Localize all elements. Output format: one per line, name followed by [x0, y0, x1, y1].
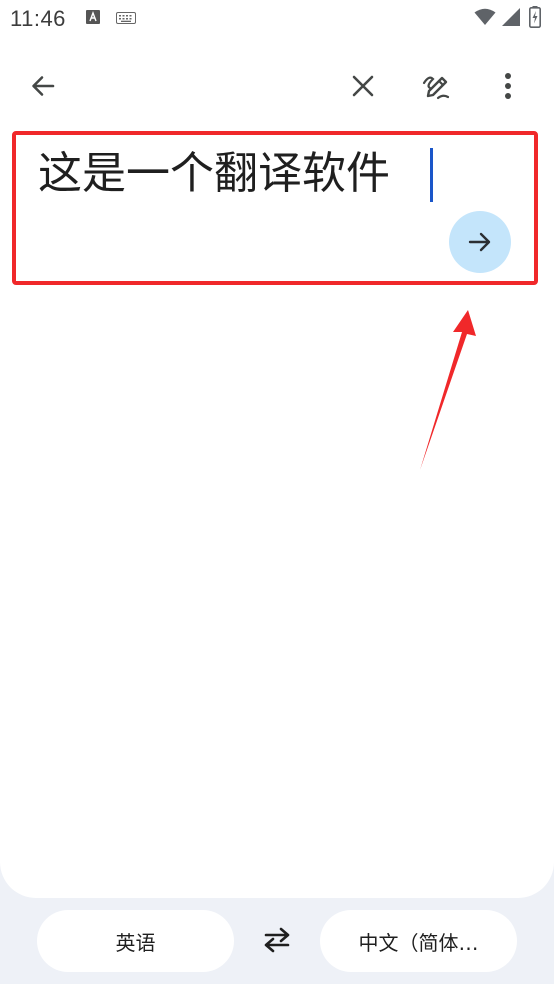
- more-options-button[interactable]: [484, 62, 532, 110]
- source-language-button[interactable]: 英语: [37, 910, 234, 972]
- text-cursor: [430, 148, 433, 202]
- close-icon: [352, 75, 374, 97]
- status-bar: 11:46: [0, 0, 554, 40]
- back-button[interactable]: [19, 62, 67, 110]
- back-arrow-icon: [32, 76, 55, 96]
- signal-icon: [502, 8, 520, 26]
- swap-arrows-icon: [264, 927, 290, 953]
- target-language-button[interactable]: 中文（简体…: [320, 910, 517, 972]
- translate-submit-button[interactable]: [449, 211, 511, 273]
- translation-sheet: 这是一个翻译软件: [0, 40, 554, 898]
- source-text-input[interactable]: 这是一个翻译软件: [38, 144, 390, 204]
- text-a-icon: [86, 10, 100, 24]
- red-arrow-annotation: [420, 310, 476, 470]
- swap-languages-button[interactable]: [252, 915, 302, 965]
- status-time: 11:46: [10, 6, 66, 31]
- clear-button[interactable]: [339, 62, 387, 110]
- handwriting-pen-icon: [422, 76, 450, 100]
- wifi-icon: [474, 8, 496, 25]
- more-vert-icon: [505, 73, 511, 99]
- battery-charging-icon: [529, 6, 541, 28]
- handwriting-button[interactable]: [413, 62, 461, 110]
- keyboard-icon: [116, 12, 136, 24]
- target-language-label: 中文（简体…: [358, 930, 479, 955]
- source-language-label: 英语: [115, 930, 156, 955]
- arrow-right-icon: [468, 232, 491, 252]
